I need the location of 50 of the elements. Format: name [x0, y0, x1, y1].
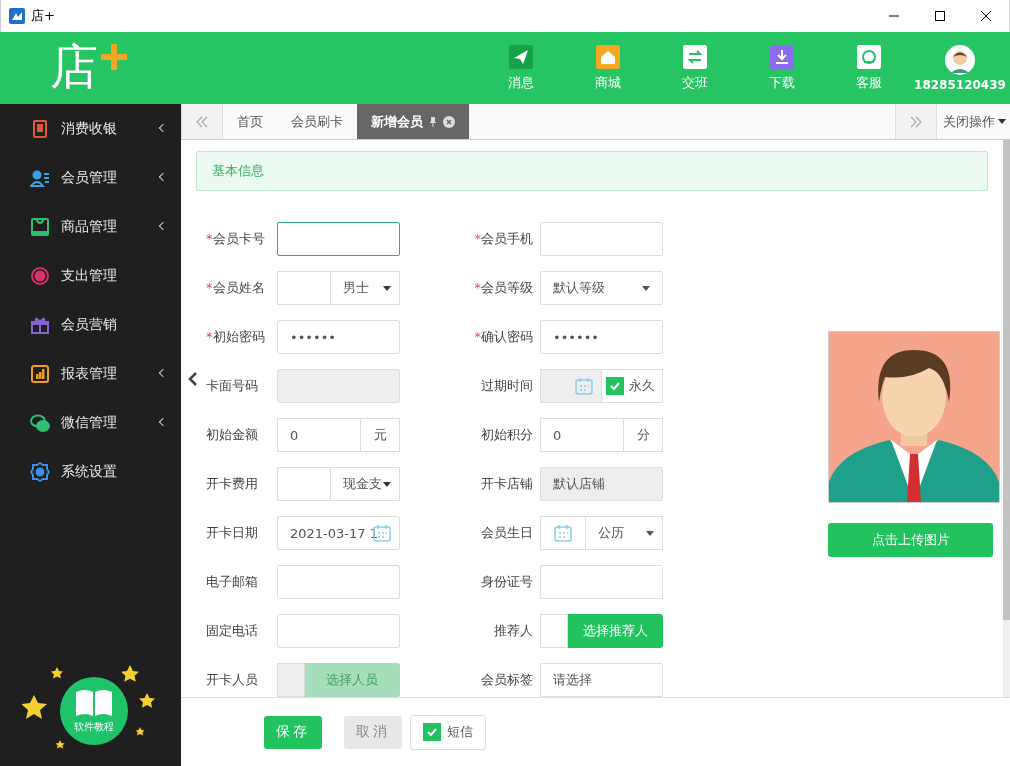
input-field[interactable]: 0 — [540, 418, 624, 452]
input-field[interactable]: •••••• — [540, 320, 663, 354]
input-field[interactable]: 0 — [277, 418, 361, 452]
sms-option[interactable]: 短信 — [410, 714, 486, 750]
field-label: 初始积分 — [480, 426, 534, 444]
field-label: *确认密码 — [473, 328, 534, 346]
dropdown[interactable]: 公历 — [585, 516, 663, 550]
checkbox-label: 永久 — [629, 377, 655, 395]
field-label: 开卡店铺 — [480, 475, 534, 493]
field-label: 开卡人员 — [205, 671, 259, 689]
sidebar-item[interactable]: 商品管理 — [0, 202, 181, 251]
window-title: 店+ — [31, 7, 55, 25]
field-label: 过期时间 — [480, 377, 534, 395]
input-field[interactable]: 请选择 — [540, 663, 663, 697]
checkbox-label: 短信 — [447, 723, 473, 741]
sidebar-item[interactable]: 支出管理 — [0, 251, 181, 300]
field-label: 会员标签 — [480, 671, 534, 689]
field-label: 身份证号 — [480, 573, 534, 591]
sidebar-item[interactable]: 系统设置 — [0, 447, 181, 496]
input-field[interactable]: 默认店铺 — [540, 467, 663, 501]
dropdown[interactable]: 男士 — [330, 271, 400, 305]
dropdown[interactable]: 现金支 — [330, 467, 400, 501]
sidebar-item[interactable]: 报表管理 — [0, 349, 181, 398]
tab[interactable]: 新增会员 — [357, 104, 469, 139]
unit-label: 元 — [360, 418, 400, 452]
logo-text: 店 — [50, 38, 98, 94]
sidebar-item[interactable]: 会员管理 — [0, 153, 181, 202]
sidebar-item[interactable]: 消费收银 — [0, 104, 181, 153]
field-label: 初始金额 — [205, 426, 259, 444]
field-label: *会员等级 — [473, 279, 534, 297]
field-label: 推荐人 — [493, 622, 534, 640]
dropdown[interactable]: 默认等级 — [540, 271, 663, 305]
field-label: *会员手机 — [473, 230, 534, 248]
field-label: *会员卡号 — [205, 230, 266, 248]
sidebar-item[interactable]: 微信管理 — [0, 398, 181, 447]
field-label: 卡面号码 — [205, 377, 259, 395]
field-label: 会员生日 — [480, 524, 534, 542]
field-label: 开卡费用 — [205, 475, 259, 493]
field-label: 电子邮箱 — [205, 573, 259, 591]
section-header: 基本信息 — [196, 151, 988, 191]
tab[interactable]: 首页 — [223, 104, 277, 139]
tab[interactable]: 会员刷卡 — [277, 104, 357, 139]
sidebar-item[interactable]: 会员营销 — [0, 300, 181, 349]
field-label: *初始密码 — [205, 328, 266, 346]
field-label: *会员姓名 — [205, 279, 266, 297]
unit-label: 分 — [623, 418, 663, 452]
field-label: 固定电话 — [205, 622, 259, 640]
date-field[interactable]: 2021-03-17 1 — [277, 516, 400, 550]
field-label: 开卡日期 — [205, 524, 259, 542]
input-field[interactable]: •••••• — [277, 320, 400, 354]
